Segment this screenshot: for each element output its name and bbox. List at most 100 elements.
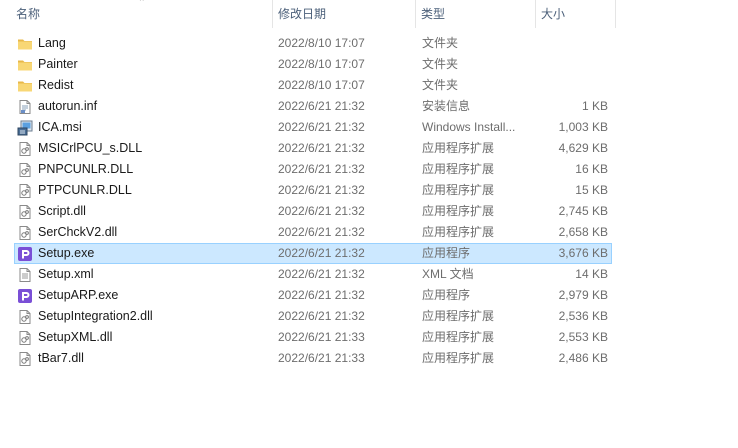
file-type: Windows Install... [422,120,516,134]
file-modified-date: 2022/6/21 21:32 [278,99,365,113]
dll-file-icon [17,351,33,367]
folder-icon [17,78,33,94]
file-size: 15 KB [575,183,608,197]
file-size: 1 KB [581,99,608,113]
dll-file-icon [17,204,33,220]
file-row[interactable]: PTPCUNLR.DLL 2022/6/21 21:32 应用程序扩展 15 KB [14,180,612,201]
file-size: 14 KB [575,267,608,281]
file-modified-date: 2022/6/21 21:32 [278,225,365,239]
file-name: MSICrlPCU_s.DLL [38,141,143,155]
column-header-type[interactable]: 类型 [415,0,535,28]
dll-file-icon [17,183,33,199]
file-size [531,55,608,74]
file-type: 安装信息 [422,99,471,113]
file-name: Redist [38,78,74,92]
file-type: 应用程序扩展 [422,183,495,197]
file-type: 文件夹 [422,78,459,92]
msi-installer-icon [17,120,33,136]
file-modified-date: 2022/6/21 21:32 [278,120,365,134]
file-name: Painter [38,57,78,71]
column-header-size[interactable]: 大小 [535,0,615,28]
file-name: autorun.inf [38,99,98,113]
file-size: 3,676 KB [558,246,608,260]
file-name: SetupXML.dll [38,330,113,344]
file-modified-date: 2022/6/21 21:33 [278,351,365,365]
file-size: 2,536 KB [558,309,608,323]
file-modified-date: 2022/6/21 21:32 [278,141,365,155]
file-name: Script.dll [38,204,86,218]
app-exe-icon [17,246,33,262]
column-header-date[interactable]: 修改日期 [272,0,415,28]
file-size: 2,553 KB [558,330,608,344]
file-type: 应用程序 [422,288,471,302]
file-name: SerChckV2.dll [38,225,118,239]
file-row[interactable]: SetupXML.dll 2022/6/21 21:33 应用程序扩展 2,553 K… [14,327,612,348]
file-name: tBar7.dll [38,351,84,365]
file-modified-date: 2022/8/10 17:07 [278,78,365,92]
file-modified-date: 2022/6/21 21:32 [278,267,365,281]
file-row[interactable]: Redist 2022/8/10 17:07 文件夹 [14,75,612,96]
dll-file-icon [17,330,33,346]
file-row[interactable]: MSICrlPCU_s.DLL 2022/6/21 21:32 应用程序扩展 4,62… [14,138,612,159]
file-type: 应用程序扩展 [422,204,495,218]
file-size [531,34,608,53]
file-size: 2,486 KB [558,351,608,365]
file-type: 应用程序扩展 [422,330,495,344]
dll-file-icon [17,225,33,241]
file-name: SetupIntegration2.dll [38,309,153,323]
folder-icon [17,36,33,52]
file-row[interactable]: Script.dll 2022/6/21 21:32 应用程序扩展 2,745 KB [14,201,612,222]
file-type: 文件夹 [422,36,459,50]
file-modified-date: 2022/6/21 21:33 [278,330,365,344]
file-row[interactable]: SetupIntegration2.dll 2022/6/21 21:32 应用程序… [14,306,612,327]
file-size: 2,979 KB [558,288,608,302]
file-modified-date: 2022/6/21 21:32 [278,288,365,302]
inf-file-icon [17,99,33,115]
file-modified-date: 2022/8/10 17:07 [278,57,365,71]
file-row[interactable]: autorun.inf 2022/6/21 21:32 安装信息 1 KB [14,96,612,117]
file-modified-date: 2022/6/21 21:32 [278,204,365,218]
file-row[interactable]: Setup.xml 2022/6/21 21:32 XML 文档 14 KB [14,264,612,285]
file-size: 16 KB [575,162,608,176]
file-row[interactable]: Lang 2022/8/10 17:07 文件夹 [14,33,612,54]
file-type: 应用程序扩展 [422,225,495,239]
app-exe-icon [17,288,33,304]
file-name: ICA.msi [38,120,82,134]
file-name: SetupARP.exe [38,288,119,302]
file-modified-date: 2022/8/10 17:07 [278,36,365,50]
file-name: Lang [38,36,66,50]
file-size: 4,629 KB [558,141,608,155]
file-type: 应用程序扩展 [422,351,495,365]
file-type: 文件夹 [422,57,459,71]
column-divider[interactable] [615,0,616,28]
dll-file-icon [17,309,33,325]
file-row[interactable]: tBar7.dll 2022/6/21 21:33 应用程序扩展 2,486 KB [14,348,612,369]
file-modified-date: 2022/6/21 21:32 [278,246,365,260]
xml-file-icon [17,267,33,283]
file-row[interactable]: SetupARP.exe 2022/6/21 21:32 应用程序 2,979 KB [14,285,612,306]
file-type: 应用程序扩展 [422,309,495,323]
column-header-bar: ⌃ 名称 修改日期 类型 大小 [0,0,738,30]
file-row[interactable]: Painter 2022/8/10 17:07 文件夹 [14,54,612,75]
file-name: PTPCUNLR.DLL [38,183,132,197]
file-row[interactable]: Setup.exe 2022/6/21 21:32 应用程序 3,676 KB [14,243,612,264]
file-name: Setup.xml [38,267,94,281]
file-size [531,76,608,95]
file-row[interactable]: ICA.msi 2022/6/21 21:32 Windows Install...… [14,117,612,138]
file-modified-date: 2022/6/21 21:32 [278,309,365,323]
file-type: 应用程序 [422,246,471,260]
dll-file-icon [17,162,33,178]
file-type: XML 文档 [422,267,474,281]
file-modified-date: 2022/6/21 21:32 [278,162,365,176]
column-header-name[interactable]: 名称 [10,0,272,28]
file-size: 1,003 KB [558,120,608,134]
file-row[interactable]: SerChckV2.dll 2022/6/21 21:32 应用程序扩展 2,658 … [14,222,612,243]
folder-icon [17,57,33,73]
file-size: 2,745 KB [558,204,608,218]
file-type: 应用程序扩展 [422,162,495,176]
file-row[interactable]: PNPCUNLR.DLL 2022/6/21 21:32 应用程序扩展 16 KB [14,159,612,180]
file-type: 应用程序扩展 [422,141,495,155]
file-name: Setup.exe [38,246,95,260]
file-modified-date: 2022/6/21 21:32 [278,183,365,197]
file-size: 2,658 KB [558,225,608,239]
